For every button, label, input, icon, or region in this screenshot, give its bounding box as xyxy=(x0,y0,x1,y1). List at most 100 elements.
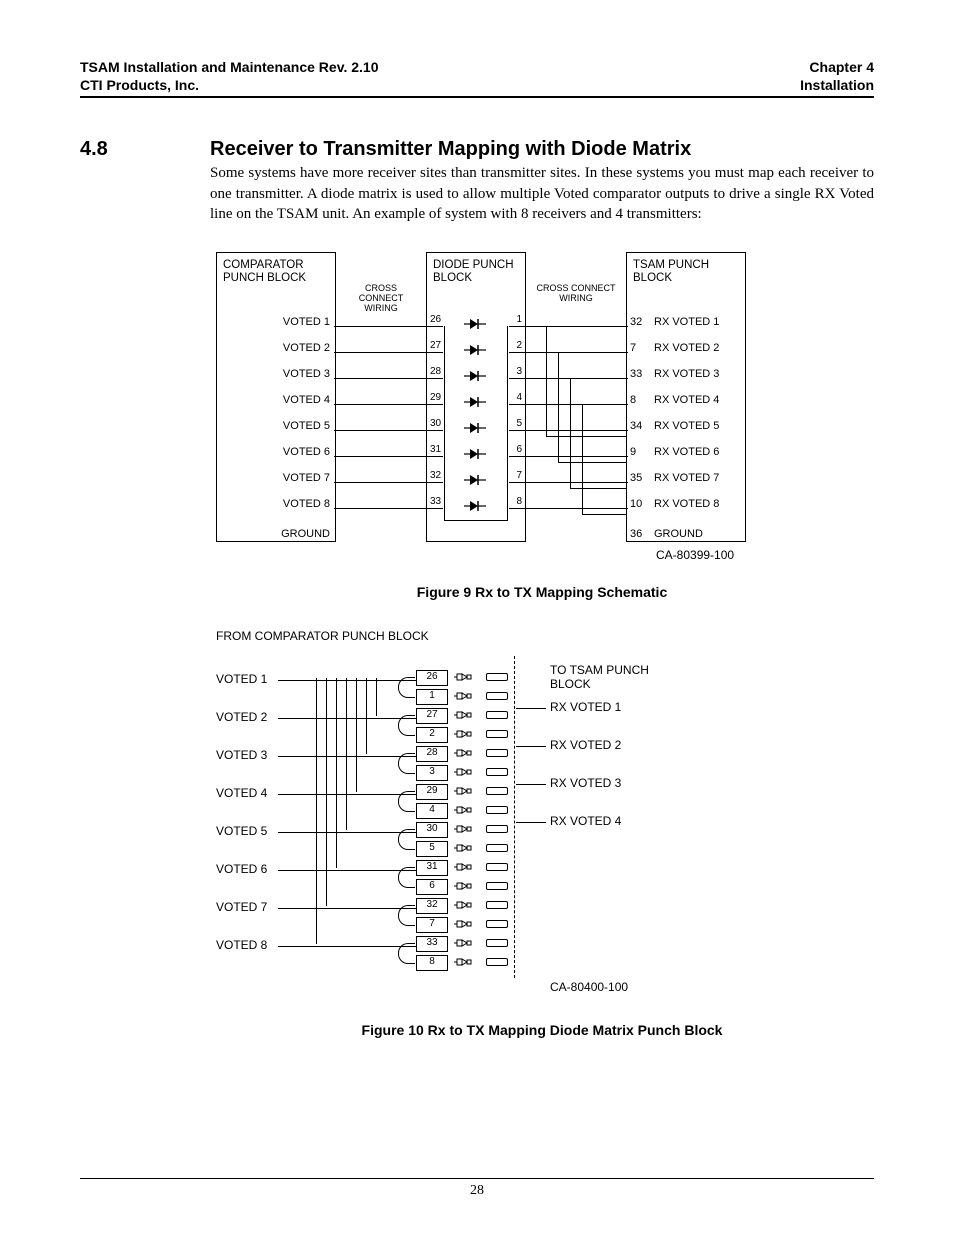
slot-27: 27 xyxy=(416,708,448,724)
voted-label: VOTED 8 xyxy=(216,938,267,952)
dashed-column xyxy=(514,656,515,978)
slot-4: 4 xyxy=(416,803,448,819)
loop-wire xyxy=(398,753,415,774)
fig10-header-left: FROM COMPARATOR PUNCH BLOCK xyxy=(216,630,429,644)
diode-pair-icon xyxy=(454,919,472,929)
jumper-icon xyxy=(486,768,508,776)
header-doc-title: TSAM Installation and Maintenance Rev. 2… xyxy=(80,58,378,76)
diode-pair-icon xyxy=(454,824,472,834)
slot-5: 5 xyxy=(416,841,448,857)
slot-1: 1 xyxy=(416,689,448,705)
slot-28: 28 xyxy=(416,746,448,762)
diode-icon xyxy=(464,448,486,458)
jumper-icon xyxy=(486,958,508,966)
slot-32: 32 xyxy=(416,898,448,914)
rx-voted-label: RX VOTED 3 xyxy=(550,776,621,790)
section-number: 4.8 xyxy=(80,138,210,161)
loop-wire xyxy=(398,715,415,736)
figure-9: COMPARATOR PUNCH BLOCK DIODE PUNCH BLOCK… xyxy=(210,252,874,562)
jumper-icon xyxy=(486,673,508,681)
voted-label: VOTED 3 xyxy=(216,748,267,762)
section-body: Some systems have more receiver sites th… xyxy=(210,163,874,224)
diode-icon xyxy=(464,500,486,510)
rx-voted-label: RX VOTED 2 xyxy=(550,738,621,752)
diode-icon xyxy=(464,396,486,406)
diode-icon xyxy=(464,422,486,432)
jumper-icon xyxy=(486,939,508,947)
slot-31: 31 xyxy=(416,860,448,876)
figure-10-caption: Figure 10 Rx to TX Mapping Diode Matrix … xyxy=(210,1022,874,1038)
voted-label: VOTED 1 xyxy=(216,672,267,686)
diode-pair-icon xyxy=(454,805,472,815)
row-2: VOTED 22727RX VOTED 2 xyxy=(216,338,756,360)
row-8: VOTED 833810RX VOTED 8 xyxy=(216,494,756,516)
slot-6: 6 xyxy=(416,879,448,895)
voted-label: VOTED 7 xyxy=(216,900,267,914)
diode-icon xyxy=(464,474,486,484)
voted-label: VOTED 2 xyxy=(216,710,267,724)
diode-pair-icon xyxy=(454,938,472,948)
slot-33: 33 xyxy=(416,936,448,952)
figure-10-part-number: CA-80400-100 xyxy=(550,980,628,994)
diode-pair-icon xyxy=(454,862,472,872)
row-1: VOTED 126132RX VOTED 1 xyxy=(216,312,756,334)
fig10-header-right: TO TSAM PUNCH BLOCK xyxy=(550,664,656,692)
jumper-icon xyxy=(486,787,508,795)
diode-icon xyxy=(464,318,486,328)
diode-pair-icon xyxy=(454,672,472,682)
jumper-icon xyxy=(486,806,508,814)
diode-pair-icon xyxy=(454,748,472,758)
row-ground: GROUND36GROUND xyxy=(216,524,756,546)
section-heading: Receiver to Transmitter Mapping with Dio… xyxy=(210,138,691,161)
diode-pair-icon xyxy=(454,900,472,910)
cross-connect-label-1: CROSS CONNECT WIRING xyxy=(344,284,418,314)
rx-voted-label: RX VOTED 1 xyxy=(550,700,621,714)
header-section: Installation xyxy=(800,76,874,94)
row-7: VOTED 732735RX VOTED 7 xyxy=(216,468,756,490)
figure-9-part-number: CA-80399-100 xyxy=(656,548,734,562)
row-6: VOTED 63169RX VOTED 6 xyxy=(216,442,756,464)
loop-wire xyxy=(398,791,415,812)
row-4: VOTED 42948RX VOTED 4 xyxy=(216,390,756,412)
jumper-icon xyxy=(486,692,508,700)
diode-pair-icon xyxy=(454,881,472,891)
header-company: CTI Products, Inc. xyxy=(80,76,378,94)
diode-icon xyxy=(464,370,486,380)
jumper-icon xyxy=(486,882,508,890)
diode-pair-icon xyxy=(454,691,472,701)
diode-pair-icon xyxy=(454,767,472,777)
jumper-icon xyxy=(486,863,508,871)
jumper-icon xyxy=(486,901,508,909)
slot-2: 2 xyxy=(416,727,448,743)
page-number: 28 xyxy=(0,1183,954,1199)
slot-8: 8 xyxy=(416,955,448,971)
diode-pair-icon xyxy=(454,710,472,720)
jumper-icon xyxy=(486,844,508,852)
row-3: VOTED 328333RX VOTED 3 xyxy=(216,364,756,386)
slot-30: 30 xyxy=(416,822,448,838)
loop-wire xyxy=(398,943,415,964)
loop-wire xyxy=(398,677,415,698)
jumper-icon xyxy=(486,920,508,928)
diode-icon xyxy=(464,344,486,354)
jumper-icon xyxy=(486,749,508,757)
jumper-icon xyxy=(486,711,508,719)
section-title: 4.8 Receiver to Transmitter Mapping with… xyxy=(80,138,874,161)
footer-rule xyxy=(80,1178,874,1179)
cross-connect-label-2: CROSS CONNECT WIRING xyxy=(534,284,618,304)
merge-wiring xyxy=(536,326,616,512)
voted-label: VOTED 6 xyxy=(216,862,267,876)
jumper-icon xyxy=(486,730,508,738)
diode-pair-icon xyxy=(454,957,472,967)
diode-pair-icon xyxy=(454,729,472,739)
diode-pair-icon xyxy=(454,843,472,853)
voted-label: VOTED 5 xyxy=(216,824,267,838)
loop-wire xyxy=(398,829,415,850)
rx-voted-label: RX VOTED 4 xyxy=(550,814,621,828)
slot-3: 3 xyxy=(416,765,448,781)
diode-pair-icon xyxy=(454,786,472,796)
voted-label: VOTED 4 xyxy=(216,786,267,800)
slot-7: 7 xyxy=(416,917,448,933)
figure-9-caption: Figure 9 Rx to TX Mapping Schematic xyxy=(210,584,874,600)
page-header: TSAM Installation and Maintenance Rev. 2… xyxy=(80,58,874,98)
